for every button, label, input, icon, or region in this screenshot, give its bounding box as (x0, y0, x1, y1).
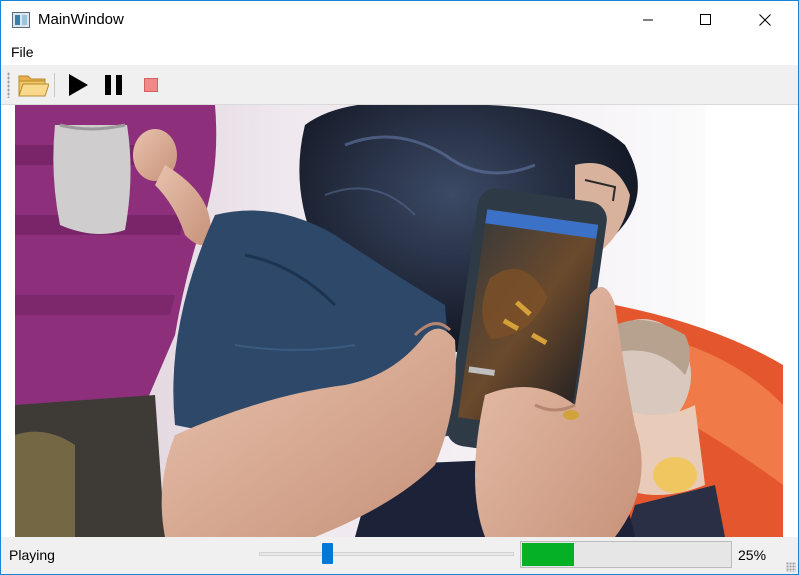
video-left-margin (1, 105, 15, 537)
folder-open-icon (18, 75, 49, 97)
open-button[interactable] (16, 69, 50, 101)
close-icon (759, 14, 771, 26)
toolbar (1, 65, 798, 105)
seek-slider-track[interactable] (259, 552, 514, 556)
app-window-icon (12, 12, 30, 28)
progress-bar (520, 541, 732, 568)
status-bar: Playing 25% (1, 537, 798, 574)
play-button[interactable] (61, 69, 95, 101)
play-icon (69, 74, 88, 96)
title-bar[interactable]: MainWindow (1, 1, 798, 39)
stop-icon (144, 78, 158, 92)
close-button[interactable] (742, 1, 788, 39)
pause-button[interactable] (97, 69, 131, 101)
maximize-button[interactable] (683, 1, 729, 39)
toolbar-grip[interactable] (7, 72, 10, 98)
minimize-icon (643, 19, 653, 21)
video-display[interactable] (15, 105, 783, 537)
stop-button[interactable] (134, 69, 168, 101)
main-window: MainWindow File Playing 25% (0, 0, 799, 575)
window-title: MainWindow (38, 11, 124, 28)
menu-file[interactable]: File (11, 44, 34, 60)
menu-bar: File (1, 39, 798, 65)
playback-state-label: Playing (9, 547, 55, 563)
toolbar-separator (54, 73, 55, 97)
minimize-button[interactable] (625, 1, 671, 39)
progress-percent-label: 25% (738, 547, 767, 563)
maximize-icon (700, 14, 711, 25)
resize-grip[interactable] (786, 562, 796, 572)
pause-icon (105, 75, 122, 95)
video-right-margin (783, 105, 798, 537)
progress-bar-fill (522, 543, 574, 566)
video-frame-image (15, 105, 783, 537)
seek-slider-handle[interactable] (322, 543, 334, 564)
